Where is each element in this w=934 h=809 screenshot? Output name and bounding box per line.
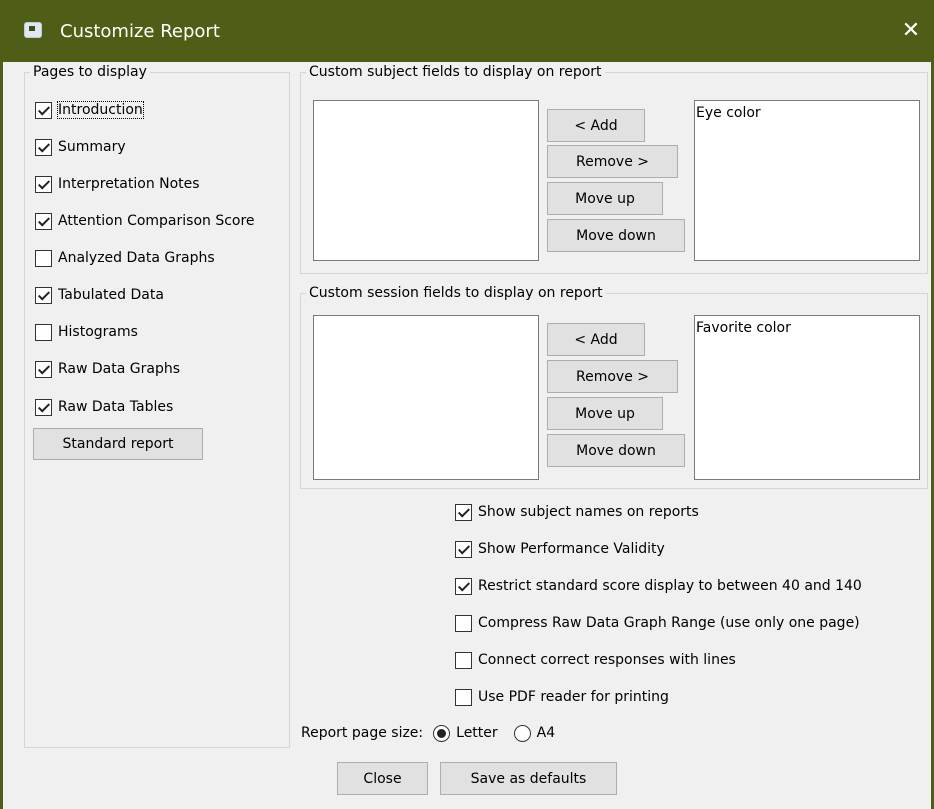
app-icon <box>24 22 42 38</box>
checkbox-label: Show subject names on reports <box>478 504 699 520</box>
page-size-label: Report page size: <box>301 725 424 741</box>
checkbox-box[interactable] <box>455 688 472 706</box>
session-selected-fields-list[interactable]: Favorite color <box>694 315 920 480</box>
checkbox-box[interactable] <box>455 540 472 558</box>
title-bar: Customize Report ✕ <box>0 0 934 62</box>
session-fields-group: Custom session fields to display on repo… <box>300 284 928 489</box>
session-move-down-button[interactable]: Move down <box>547 434 685 467</box>
close-button[interactable]: Close <box>337 762 428 795</box>
checkbox-label: Compress Raw Data Graph Range (use only … <box>478 615 860 631</box>
checkbox-label: Restrict standard score display to betwe… <box>478 578 862 594</box>
pages-group-legend: Pages to display <box>30 63 150 81</box>
radio-letter[interactable] <box>433 724 451 742</box>
checkbox-box[interactable] <box>35 249 52 267</box>
radio-a4[interactable] <box>513 724 531 742</box>
checkbox-label: Attention Comparison Score <box>58 213 255 229</box>
checkbox-label: Histograms <box>58 324 138 340</box>
close-icon[interactable]: ✕ <box>888 14 934 48</box>
checkbox-label: Tabulated Data <box>58 287 164 303</box>
page-checkbox-interpretation-notes[interactable]: Interpretation Notes <box>35 172 200 196</box>
subject-group-legend: Custom subject fields to display on repo… <box>306 63 605 81</box>
checkbox-box[interactable] <box>35 398 52 416</box>
subject-remove-button[interactable]: Remove > <box>547 145 678 178</box>
checkbox-box[interactable] <box>455 614 472 632</box>
radio-letter-label[interactable]: Letter <box>456 725 498 741</box>
page-checkbox-tabulated-data[interactable]: Tabulated Data <box>35 283 164 307</box>
report-page-size-row: Report page size: Letter A4 <box>301 721 555 745</box>
subject-selected-fields-list[interactable]: Eye color <box>694 100 920 261</box>
checkbox-label: Raw Data Graphs <box>58 361 181 377</box>
option-connect-correct-responses[interactable]: Connect correct responses with lines <box>455 648 736 672</box>
checkbox-label: Raw Data Tables <box>58 399 174 415</box>
page-checkbox-introduction[interactable]: Introduction <box>35 98 144 122</box>
checkbox-label: Interpretation Notes <box>58 176 200 192</box>
page-checkbox-analyzed-data-graphs[interactable]: Analyzed Data Graphs <box>35 246 215 270</box>
checkbox-box[interactable] <box>35 138 52 156</box>
page-checkbox-raw-data-tables[interactable]: Raw Data Tables <box>35 395 173 419</box>
checkbox-label: Use PDF reader for printing <box>478 689 669 705</box>
subject-move-down-button[interactable]: Move down <box>547 219 685 252</box>
checkbox-box[interactable] <box>455 651 472 669</box>
session-add-button[interactable]: < Add <box>547 323 645 356</box>
checkbox-box[interactable] <box>455 577 472 595</box>
session-available-fields-list[interactable] <box>313 315 539 480</box>
checkbox-label: Show Performance Validity <box>478 541 665 557</box>
option-show-performance-validity[interactable]: Show Performance Validity <box>455 537 665 561</box>
option-restrict-standard-score[interactable]: Restrict standard score display to betwe… <box>455 574 862 598</box>
checkbox-label: Introduction <box>57 101 144 119</box>
list-item[interactable]: Favorite color <box>696 320 918 336</box>
subject-move-up-button[interactable]: Move up <box>547 182 663 215</box>
checkbox-label: Summary <box>58 139 126 155</box>
page-checkbox-attention-comparison-score[interactable]: Attention Comparison Score <box>35 209 255 233</box>
option-use-pdf-reader[interactable]: Use PDF reader for printing <box>455 685 669 709</box>
option-compress-raw-data-graph-range[interactable]: Compress Raw Data Graph Range (use only … <box>455 611 860 635</box>
checkbox-box[interactable] <box>35 360 52 378</box>
checkbox-box[interactable] <box>35 175 52 193</box>
checkbox-box[interactable] <box>455 503 472 521</box>
session-remove-button[interactable]: Remove > <box>547 360 678 393</box>
checkbox-label: Analyzed Data Graphs <box>58 250 215 266</box>
radio-a4-label[interactable]: A4 <box>537 725 555 741</box>
subject-fields-group: Custom subject fields to display on repo… <box>300 63 928 274</box>
session-group-legend: Custom session fields to display on repo… <box>306 284 606 302</box>
standard-report-button[interactable]: Standard report <box>33 428 203 460</box>
save-as-defaults-button[interactable]: Save as defaults <box>440 762 617 795</box>
pages-to-display-group: Pages to display Introduction Summary In… <box>24 63 290 748</box>
session-move-up-button[interactable]: Move up <box>547 397 663 430</box>
list-item[interactable]: Eye color <box>696 105 918 121</box>
page-checkbox-raw-data-graphs[interactable]: Raw Data Graphs <box>35 357 180 381</box>
window-title: Customize Report <box>60 21 220 42</box>
checkbox-box[interactable] <box>35 323 52 341</box>
checkbox-box[interactable] <box>35 212 52 230</box>
checkbox-box[interactable] <box>35 286 52 304</box>
window-border-left <box>0 62 3 809</box>
subject-available-fields-list[interactable] <box>313 100 539 261</box>
checkbox-box[interactable] <box>35 101 52 119</box>
option-show-subject-names[interactable]: Show subject names on reports <box>455 500 699 524</box>
checkbox-label: Connect correct responses with lines <box>478 652 736 668</box>
page-checkbox-summary[interactable]: Summary <box>35 135 126 159</box>
page-checkbox-histograms[interactable]: Histograms <box>35 320 138 344</box>
subject-add-button[interactable]: < Add <box>547 109 645 142</box>
